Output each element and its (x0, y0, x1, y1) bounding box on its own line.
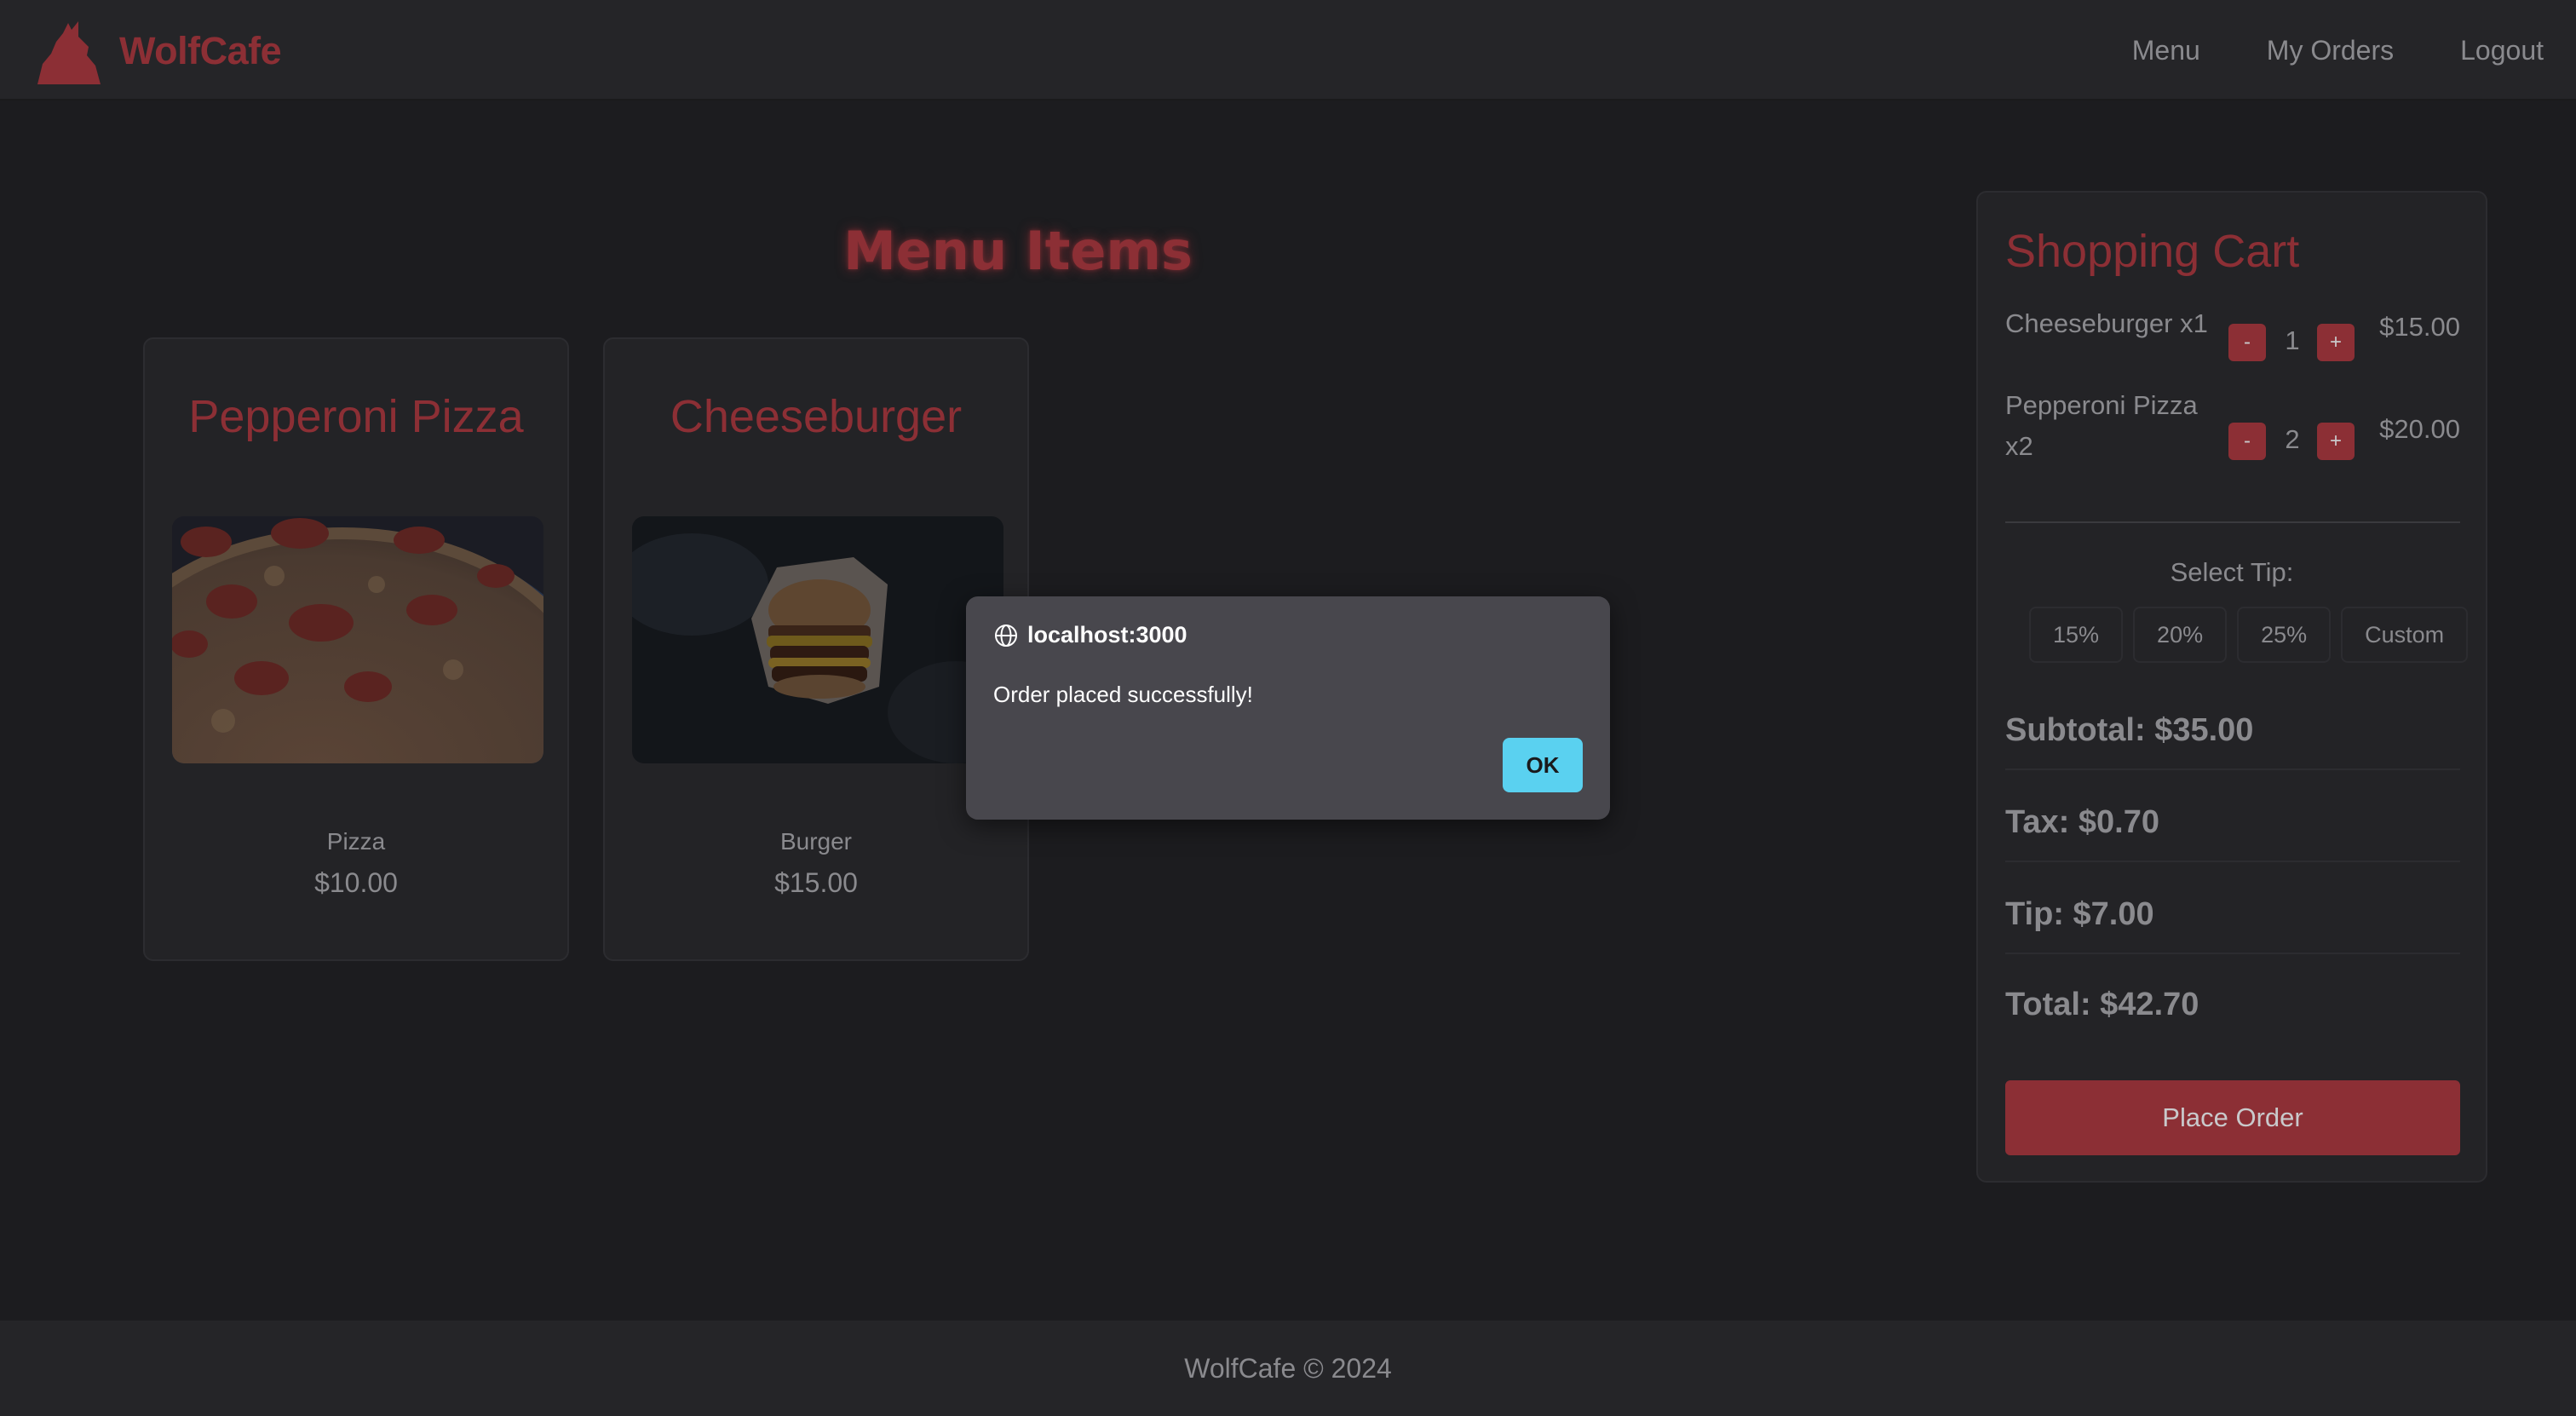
globe-icon (995, 624, 1017, 647)
dialog-header: localhost:3000 (993, 622, 1187, 648)
ok-button[interactable]: OK (1503, 738, 1583, 792)
dialog-message: Order placed successfully! (993, 682, 1253, 707)
dialog-origin: localhost:3000 (1027, 622, 1187, 648)
app-window: WolfCafe Menu My Orders Logout Menu Item… (0, 0, 2576, 1416)
alert-dialog: localhost:3000 Order placed successfully… (966, 596, 1610, 820)
